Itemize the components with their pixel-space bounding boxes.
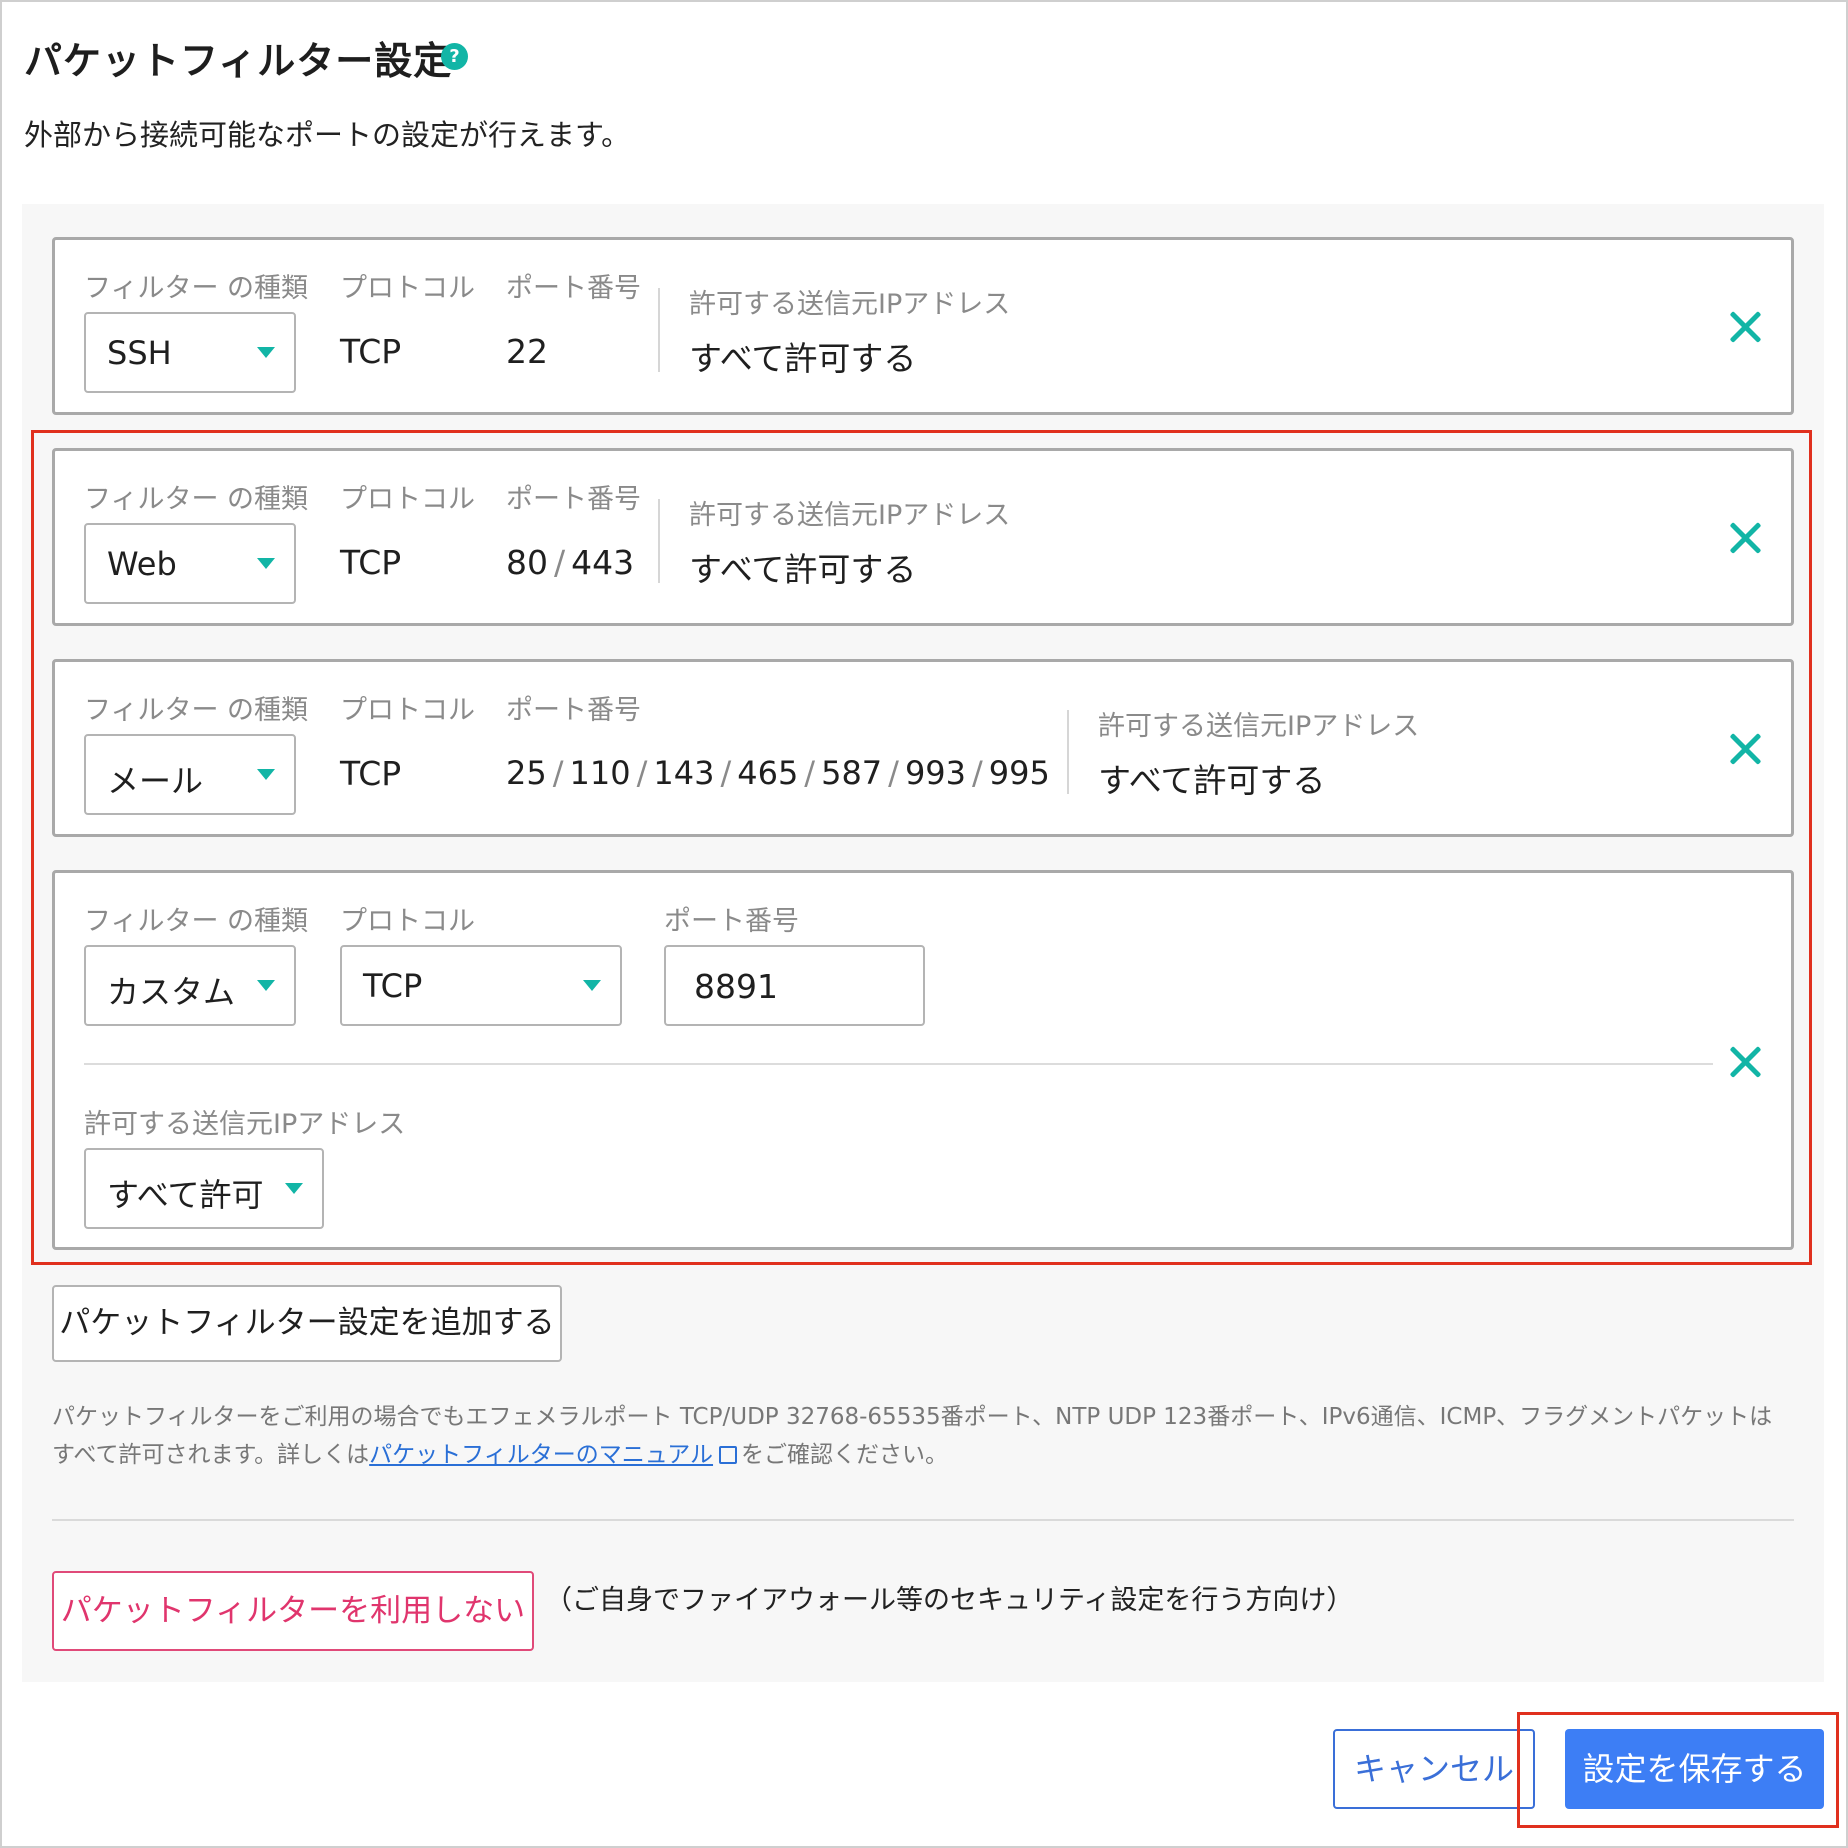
page-title: パケットフィルター設定	[24, 39, 453, 83]
caret-down-icon	[257, 347, 275, 358]
close-icon[interactable]	[1728, 310, 1762, 344]
help-icon[interactable]: ?	[441, 43, 468, 70]
protocol-label: プロトコル	[340, 273, 475, 304]
port-value: 22	[506, 332, 548, 371]
column-divider	[658, 288, 660, 372]
source-ip-label: 許可する送信元IPアドレス	[689, 289, 1011, 320]
filter-card-ssh: フィルター の種類 プロトコル ポート番号 SSH TCP 22 許可する送信元…	[52, 237, 1794, 415]
page-description: 外部から接続可能なポートの設定が行えます。	[24, 118, 631, 152]
source-ip-value: すべて許可する	[689, 339, 917, 378]
filter-type-label: フィルター の種類	[84, 273, 309, 304]
help-note: パケットフィルターをご利用の場合でもエフェメラルポート TCP/UDP 3276…	[52, 1404, 1773, 1468]
manual-link[interactable]: パケットフィルターのマニュアル	[369, 1442, 713, 1468]
highlight-frame-save	[1517, 1712, 1839, 1828]
add-filter-button[interactable]: パケットフィルター設定を追加する	[52, 1285, 562, 1362]
disable-filter-button[interactable]: パケットフィルターを利用しない	[52, 1571, 534, 1651]
filter-type-value: SSH	[107, 334, 172, 372]
section-divider	[52, 1519, 1794, 1521]
cancel-button[interactable]: キャンセル	[1333, 1729, 1535, 1809]
disable-note: （ご自身でファイアウォール等のセキュリティ設定を行う方向け）	[545, 1585, 1354, 1616]
external-link-icon	[719, 1446, 738, 1464]
highlight-frame-filters	[31, 430, 1812, 1265]
filter-type-select[interactable]: SSH	[84, 312, 296, 393]
port-label: ポート番号	[506, 273, 641, 304]
protocol-value: TCP	[340, 332, 402, 371]
